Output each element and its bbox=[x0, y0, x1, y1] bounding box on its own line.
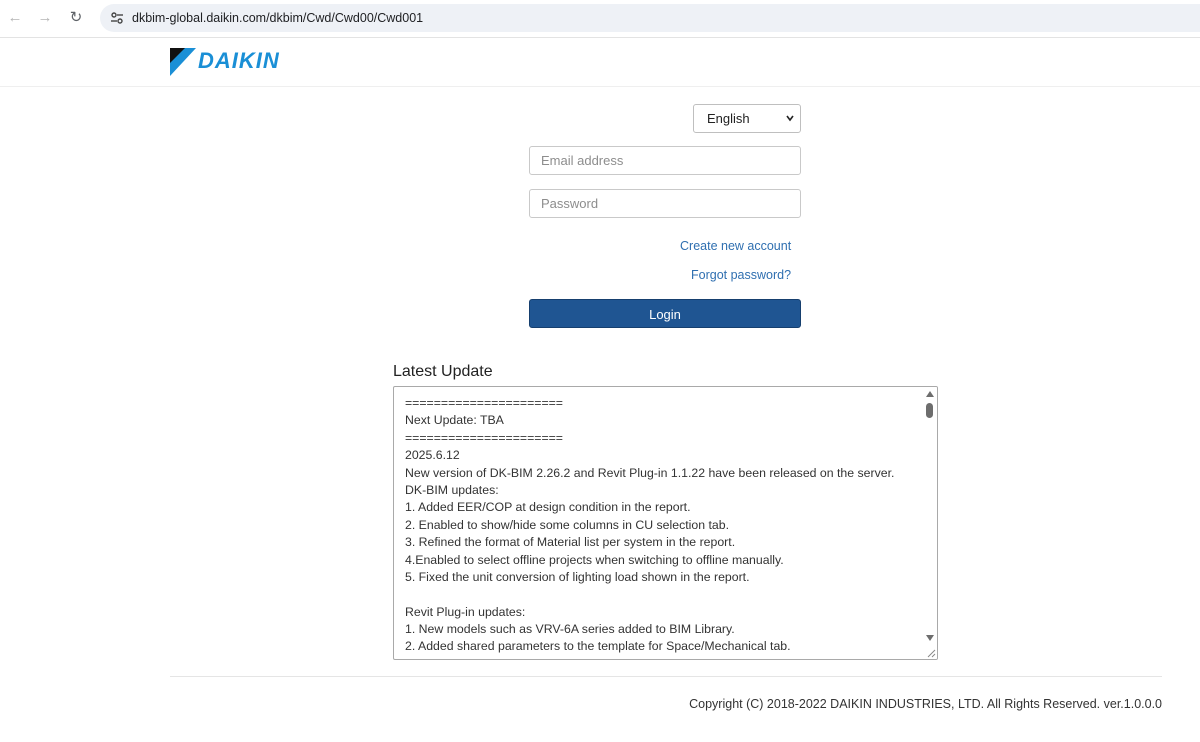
password-field[interactable] bbox=[529, 189, 801, 218]
update-line: ====================== bbox=[405, 396, 563, 410]
update-line: DK-BIM updates: bbox=[405, 482, 499, 497]
update-textarea[interactable]: ====================== Next Update: TBA ==… bbox=[393, 386, 938, 660]
login-button[interactable]: Login bbox=[529, 299, 801, 328]
scroll-thumb[interactable] bbox=[926, 403, 933, 418]
scroll-up-icon[interactable] bbox=[925, 390, 935, 398]
daikin-triangle-icon bbox=[170, 48, 196, 76]
scrollbar[interactable] bbox=[923, 387, 937, 659]
update-line: 2025.6.12 bbox=[405, 448, 460, 463]
copyright-text: Copyright (C) 2018-2022 DAIKIN INDUSTRIE… bbox=[689, 697, 1162, 711]
daikin-logo[interactable]: DAIKIN bbox=[170, 48, 310, 76]
update-line: 2. Enabled to show/hide some columns in … bbox=[405, 517, 729, 532]
update-line: 1. New models such as VRV-6A series adde… bbox=[405, 622, 735, 637]
language-selected: English bbox=[707, 111, 750, 126]
address-bar[interactable]: dkbim-global.daikin.com/dkbim/Cwd/Cwd00/… bbox=[100, 4, 1200, 32]
resize-grip-icon[interactable] bbox=[926, 648, 936, 658]
update-line: Next Update: TBA bbox=[405, 413, 504, 428]
reload-icon[interactable]: ↻ bbox=[66, 8, 86, 28]
forgot-password-link[interactable]: Forgot password? bbox=[691, 268, 791, 282]
update-line: New version of DK-BIM 2.26.2 and Revit P… bbox=[405, 465, 895, 480]
site-header: DAIKIN bbox=[0, 38, 1200, 87]
scroll-down-icon[interactable] bbox=[925, 634, 935, 642]
language-select[interactable]: English bbox=[693, 104, 801, 133]
update-line: 1. Added EER/COP at design condition in … bbox=[405, 500, 691, 515]
update-text: ====================== Next Update: TBA ==… bbox=[405, 395, 920, 656]
update-line: 2. Added shared parameters to the templa… bbox=[405, 639, 791, 654]
forward-arrow-icon[interactable]: → bbox=[35, 8, 55, 28]
logo-text: DAIKIN bbox=[198, 48, 280, 73]
footer-divider bbox=[170, 676, 1162, 677]
update-line: Revit Plug-in updates: bbox=[405, 604, 526, 619]
email-field[interactable] bbox=[529, 146, 801, 175]
site-info-icon[interactable] bbox=[109, 10, 125, 26]
create-account-link[interactable]: Create new account bbox=[680, 239, 791, 253]
update-line: 5. Fixed the unit conversion of lighting… bbox=[405, 569, 750, 584]
back-arrow-icon[interactable]: ← bbox=[5, 8, 25, 28]
chevron-down-icon bbox=[786, 115, 794, 122]
browser-toolbar: ← → ↻ dkbim-global.daikin.com/dkbim/Cwd/… bbox=[0, 0, 1200, 38]
update-line: 4.Enabled to select offline projects whe… bbox=[405, 552, 784, 567]
update-line bbox=[405, 586, 920, 603]
update-line: 3. Refined the format of Material list p… bbox=[405, 535, 736, 550]
url-text[interactable]: dkbim-global.daikin.com/dkbim/Cwd/Cwd00/… bbox=[132, 11, 423, 25]
latest-update-title: Latest Update bbox=[393, 363, 493, 380]
update-line: ====================== bbox=[405, 430, 563, 445]
